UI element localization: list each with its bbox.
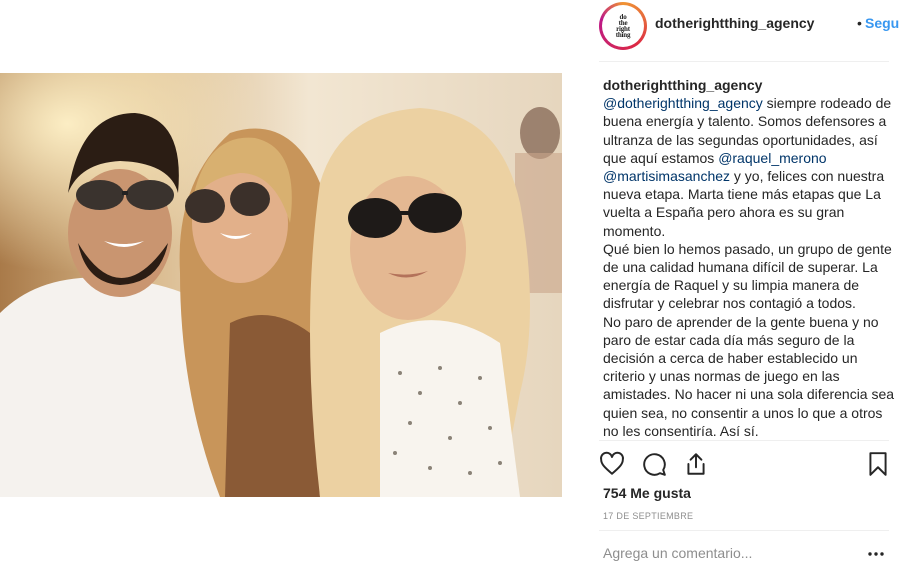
- likes-count[interactable]: 754 Me gusta: [603, 485, 691, 501]
- caption-mention-link[interactable]: @martisimasanchez: [603, 168, 730, 184]
- caption-paragraph: No paro de aprender de la gente buena y …: [603, 313, 895, 439]
- post-photo[interactable]: [0, 73, 562, 497]
- follow-button[interactable]: Seguir: [865, 15, 899, 31]
- bookmark-icon[interactable]: [865, 451, 891, 477]
- caption-username-link[interactable]: dotherightthing_agency: [603, 77, 762, 93]
- post-actions-bar: [599, 440, 889, 486]
- avatar[interactable]: do the right thing: [599, 2, 647, 50]
- post-sidebar: do the right thing dotherightthing_agenc…: [562, 0, 899, 576]
- post-date[interactable]: 17 DE SEPTIEMBRE: [603, 511, 693, 521]
- share-icon[interactable]: [683, 451, 709, 477]
- caption-mention-link[interactable]: @raquel_merono: [718, 150, 826, 166]
- heart-icon[interactable]: [599, 451, 625, 477]
- header-username-link[interactable]: dotherightthing_agency: [655, 15, 814, 31]
- post-photo-illustration: [0, 73, 562, 497]
- header-separator: •: [857, 15, 862, 31]
- brand-logo: do the right thing: [615, 13, 631, 39]
- avatar-image: do the right thing: [602, 5, 644, 47]
- comment-icon[interactable]: [641, 451, 667, 477]
- caption-paragraph: Qué bien lo hemos pasado, un grupo de ge…: [603, 240, 892, 312]
- post-header: do the right thing dotherightthing_agenc…: [599, 0, 899, 62]
- comment-input[interactable]: [603, 545, 823, 561]
- post-caption: dotherightthing_agency @dotherightthing_…: [603, 76, 895, 440]
- caption-mention-link[interactable]: @dotherightthing_agency: [603, 95, 763, 111]
- comment-bar: [599, 530, 889, 576]
- caption-first-paragraph: dotherightthing_agency @dotherightthing_…: [603, 76, 895, 240]
- more-options-icon[interactable]: [867, 549, 885, 559]
